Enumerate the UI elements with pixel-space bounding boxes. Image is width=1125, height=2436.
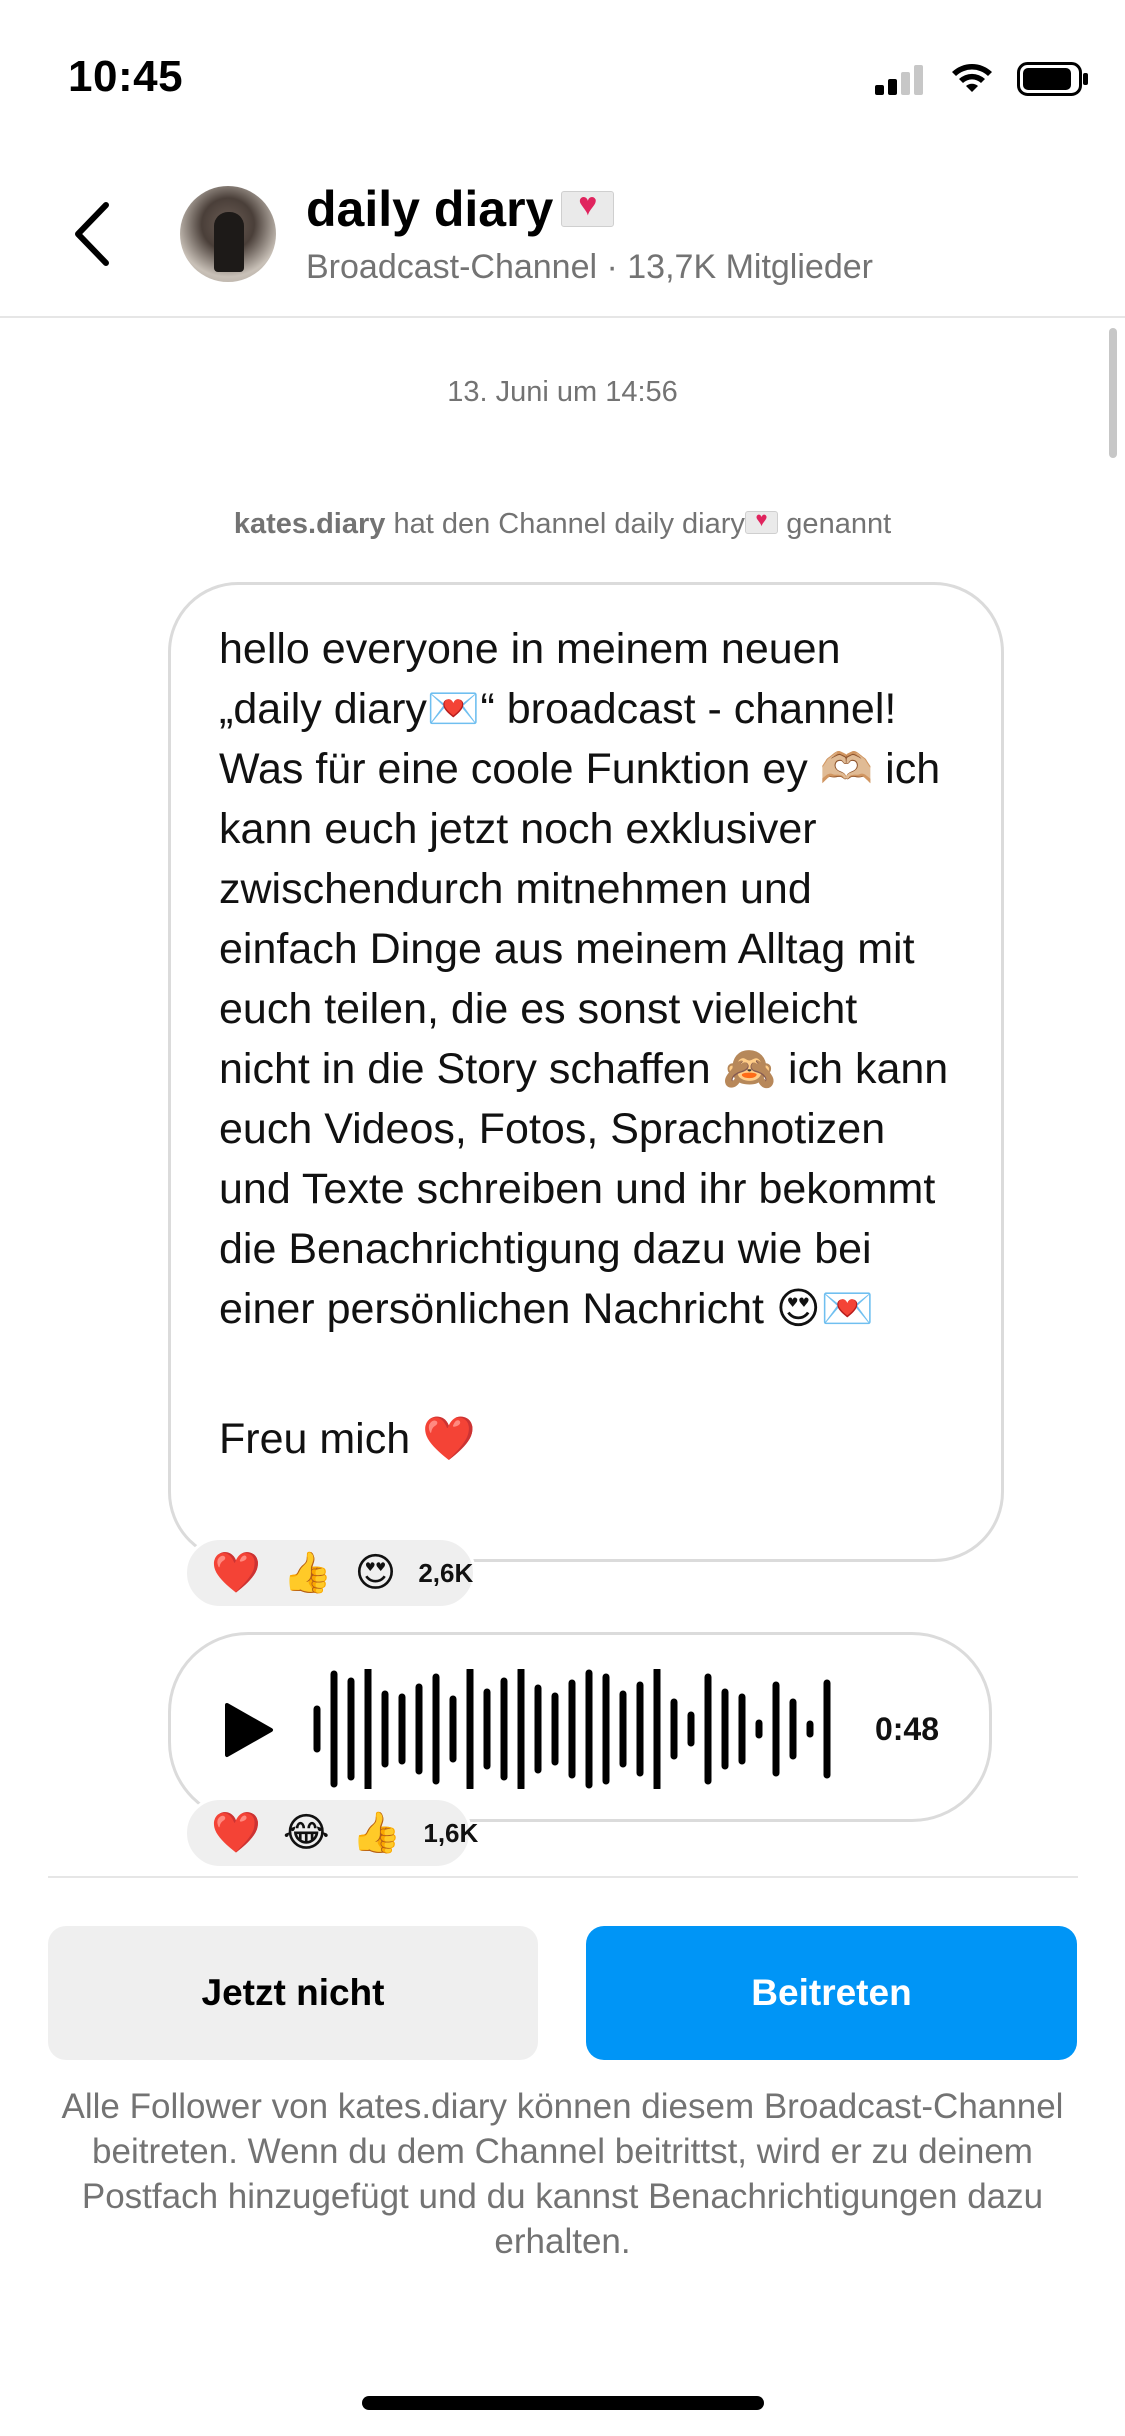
reaction-count: 2,6K — [418, 1557, 474, 1588]
thumbs-up-reaction-icon: 👍 — [351, 1811, 402, 1855]
system-message-text: hat den Channel daily diary — [385, 508, 745, 540]
channel-title: daily diary — [306, 181, 554, 237]
love-letter-icon — [561, 186, 615, 228]
status-icons — [875, 62, 1089, 96]
channel-title-row[interactable]: daily diary — [306, 180, 615, 238]
voice-duration: 0:48 — [874, 1711, 939, 1747]
heart-reaction-icon: ❤️ — [211, 1551, 261, 1595]
back-button[interactable] — [62, 198, 122, 270]
home-indicator[interactable] — [362, 2396, 764, 2410]
chevron-left-icon — [75, 202, 109, 266]
thumbs-up-reaction-icon: 👍 — [282, 1551, 333, 1595]
channel-header: daily diary Broadcast-Channel · 13,7K Mi… — [0, 150, 1125, 318]
not-now-button[interactable]: Jetzt nicht — [48, 1926, 538, 2060]
system-message-suffix: genannt — [778, 508, 892, 540]
laughing-reaction-icon: 😂 — [282, 1811, 330, 1855]
channel-subtitle: Broadcast-Channel · 13,7K Mitglieder — [306, 248, 873, 286]
heart-eyes-reaction-icon: 😍 — [354, 1551, 397, 1595]
status-time: 10:45 — [68, 52, 184, 101]
play-icon[interactable] — [223, 1701, 275, 1759]
heart-reaction-icon: ❤️ — [211, 1811, 261, 1855]
date-stamp: 13. Juni um 14:56 — [447, 376, 678, 408]
message-bubble[interactable]: hello everyone in meinem neuen „daily di… — [168, 582, 1004, 1562]
join-button[interactable]: Beitreten — [586, 1926, 1077, 2060]
voice-message[interactable]: 0:48 — [168, 1632, 992, 1822]
join-notice: Alle Follower von kates.diary können die… — [61, 2087, 1064, 2261]
cellular-signal-icon — [875, 65, 923, 95]
love-letter-icon — [744, 509, 779, 535]
message-paragraph: hello everyone in meinem neuen „daily di… — [219, 625, 961, 1333]
battery-icon — [1017, 62, 1088, 96]
message-reactions[interactable]: ❤️ 👍 😍 2,6K — [184, 1537, 476, 1609]
system-message: kates.diary hat den Channel daily diary … — [0, 508, 1125, 541]
wifi-icon — [952, 64, 992, 92]
voice-message-reactions[interactable]: ❤️ 😂 👍 1,6K — [184, 1797, 478, 1869]
divider — [48, 1876, 1078, 1878]
message-paragraph: Freu mich ❤️ — [219, 1415, 476, 1463]
channel-avatar[interactable] — [180, 186, 276, 282]
reaction-count: 1,6K — [423, 1817, 479, 1848]
system-message-user[interactable]: kates.diary — [234, 508, 386, 540]
status-bar: 10:45 — [0, 0, 1125, 150]
